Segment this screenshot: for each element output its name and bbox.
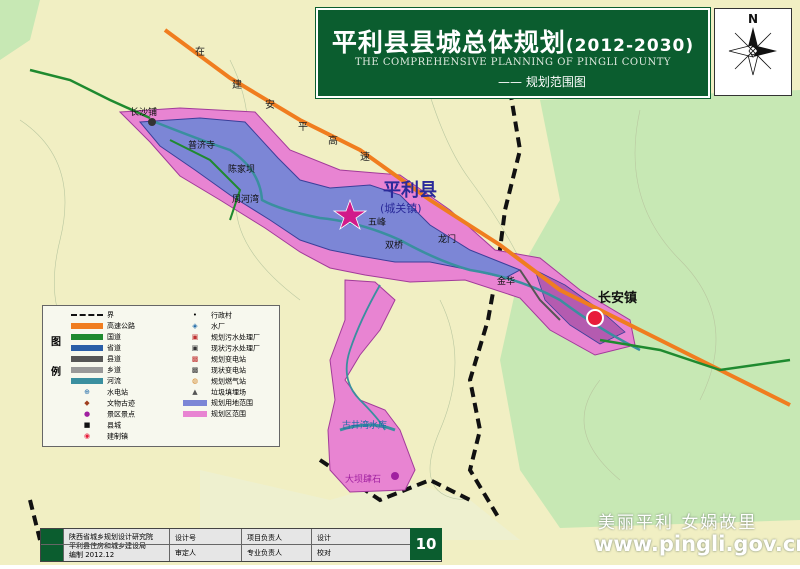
highway-char-4: 平 [298, 122, 308, 133]
label-county: 平利县 [383, 179, 437, 201]
watermark-url: www.pingli.gov.cn [594, 532, 800, 556]
legend-item: 省道 [71, 343, 121, 354]
highway-char-5: 高 [328, 134, 338, 147]
cell-checker: 校对 [317, 549, 331, 557]
legend-item: ■ 县城 [83, 421, 121, 430]
legend-item: 规划区范围 [183, 409, 246, 420]
map-legend: 图例 界 高速公路 国道 省道 县道 乡道 河流 ⊕ 水电站 ◆ 文物古迹 ● 景区景… [42, 305, 280, 447]
label-wufeng: 五峰 [368, 217, 386, 228]
highway-char-6: 速 [360, 151, 370, 163]
title-subtitle: —— 规划范围图 [498, 75, 586, 89]
title-block: 平利县县城总体规划(2012-2030) THE COMPREHENSIVE P… [316, 8, 710, 98]
highway-char-2: 建 [232, 78, 242, 91]
compass-icon: N [728, 12, 777, 76]
highway-char-1: 在 [195, 46, 205, 58]
legend-heading: 图例 [51, 337, 61, 378]
title-bar: 陕西省城乡规划设计研究院 平利县住房和城乡建设局 编制 2012.12 设计号 … [40, 528, 442, 562]
cell-designer: 设计 [317, 534, 331, 542]
legend-item: ◈ 水厂 [192, 322, 225, 331]
legend-item: ● 景区景点 [83, 410, 135, 419]
highway-char-3: 安 [265, 98, 275, 111]
title-text: 平利县县城总体规划 [331, 28, 566, 57]
page-number: 10 [410, 528, 442, 560]
scenic-marker [391, 472, 399, 480]
legend-item: ◍ 规划燃气站 [191, 377, 246, 386]
legend-item: • 行政村 [192, 311, 232, 320]
legend-item: 界 [71, 310, 114, 321]
label-dahu: 大坝肆石 [345, 473, 381, 485]
title-main: 平利县县城总体规划(2012-2030) [318, 23, 708, 59]
legend-item: ▩ 规划变电站 [191, 355, 246, 364]
legend-item: ▣ 现状污水处理厂 [191, 344, 260, 353]
label-shuangtiao: 双桥 [385, 239, 403, 251]
legend-item: 规划用地范围 [183, 398, 253, 409]
legend-item: 河流 [71, 376, 121, 387]
legend-item: ⊕ 水电站 [84, 388, 128, 397]
legend-item: 高速公路 [71, 321, 135, 332]
watermark-slogan: 美丽平利 女娲故里 [598, 513, 758, 533]
north-label: N [748, 12, 758, 26]
legend-item: 国道 [71, 332, 121, 343]
legend-item: ▩ 现状变电站 [191, 366, 246, 375]
legend-item: 县道 [71, 354, 121, 365]
label-county-sub: (城关镇) [380, 201, 422, 215]
legend-item: ◆ 文物古迹 [84, 399, 135, 408]
town-marker-changsha [148, 118, 156, 126]
title-english: THE COMPREHENSIVE PLANNING OF PINGLI COU… [354, 57, 672, 68]
label-changsha: 长沙铺 [130, 106, 157, 118]
label-longmen: 龙门 [438, 233, 456, 245]
label-chenjiaba: 陈家坝 [228, 163, 255, 175]
north-arrow: N [714, 8, 792, 96]
label-reservoir: 古井湾水库 [342, 419, 387, 431]
legend-item: ◉ 建制镇 [83, 432, 128, 441]
label-puji: 普济寺 [188, 139, 215, 151]
legend-item: 乡道 [71, 365, 121, 376]
label-changan: 长安镇 [598, 290, 637, 306]
town-marker-changan [586, 309, 604, 327]
title-years: (2012-2030) [565, 36, 695, 56]
legend-item: ▲ 垃圾填埋场 [192, 388, 246, 397]
label-zhouhe: 周河湾 [232, 193, 259, 205]
label-jinhua: 金华 [497, 275, 515, 287]
legend-item: ▣ 规划污水处理厂 [191, 333, 260, 342]
